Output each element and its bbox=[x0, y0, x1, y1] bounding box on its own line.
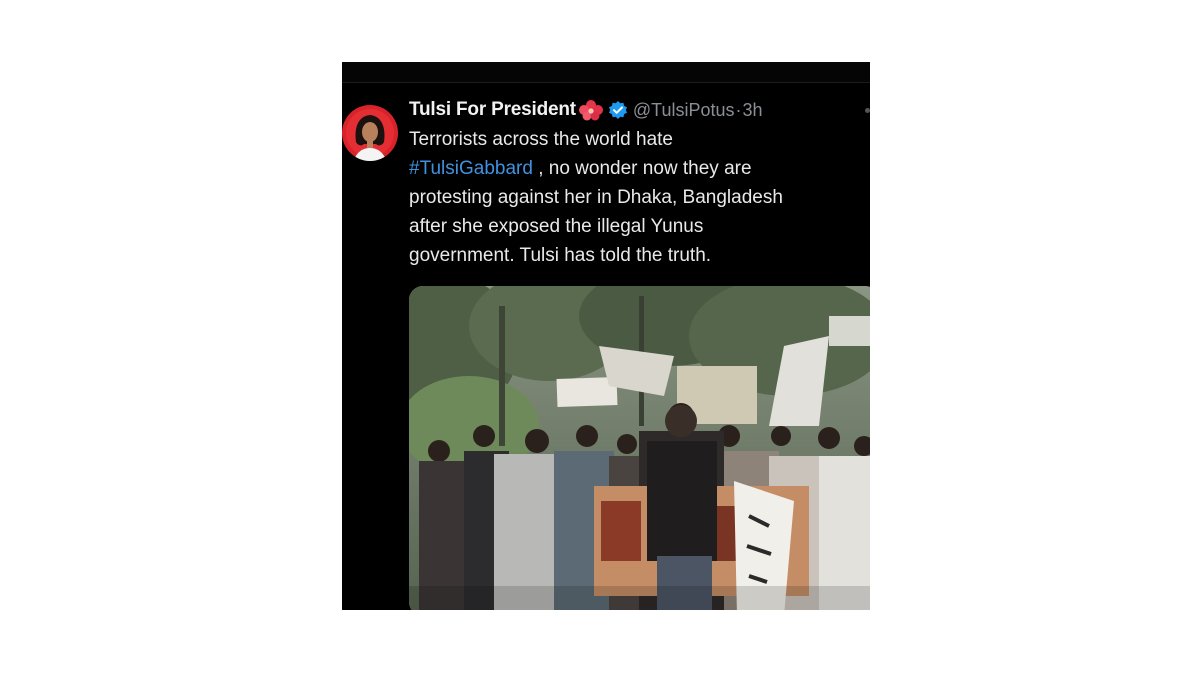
top-bar bbox=[342, 62, 870, 83]
user-handle[interactable]: @TulsiPotus bbox=[633, 100, 735, 121]
tweet-text-line: government. Tulsi has told the truth. bbox=[409, 245, 712, 266]
display-name[interactable]: Tulsi For President bbox=[409, 99, 576, 121]
tweet-text-line: Terrorists across the world hate bbox=[409, 129, 673, 150]
tweet-header: Tulsi For President @TulsiPotus · 3h bbox=[409, 97, 763, 123]
more-options-icon[interactable] bbox=[865, 108, 870, 113]
tweet-text: Terrorists across the world hate #TulsiG… bbox=[409, 125, 864, 270]
tweet-text-line: after she exposed the illegal Yunus bbox=[409, 216, 704, 237]
tweet-text-segment: , no wonder now they are bbox=[532, 158, 752, 179]
tweet-text-line: protesting against her in Dhaka, Banglad… bbox=[409, 187, 783, 208]
tweet-timestamp[interactable]: 3h bbox=[743, 100, 763, 121]
tweet-card: Tulsi For President @TulsiPotus · 3h Ter… bbox=[342, 62, 870, 610]
hashtag-link[interactable]: #TulsiGabbard bbox=[409, 158, 533, 179]
tweet-media-image[interactable] bbox=[409, 286, 870, 610]
avatar[interactable] bbox=[342, 98, 398, 168]
meta-separator: · bbox=[735, 99, 742, 120]
hibiscus-flower-icon bbox=[578, 99, 604, 121]
tweet-text-line: #TulsiGabbard , no wonder now they are bbox=[409, 154, 864, 183]
verified-badge-icon bbox=[608, 100, 628, 120]
